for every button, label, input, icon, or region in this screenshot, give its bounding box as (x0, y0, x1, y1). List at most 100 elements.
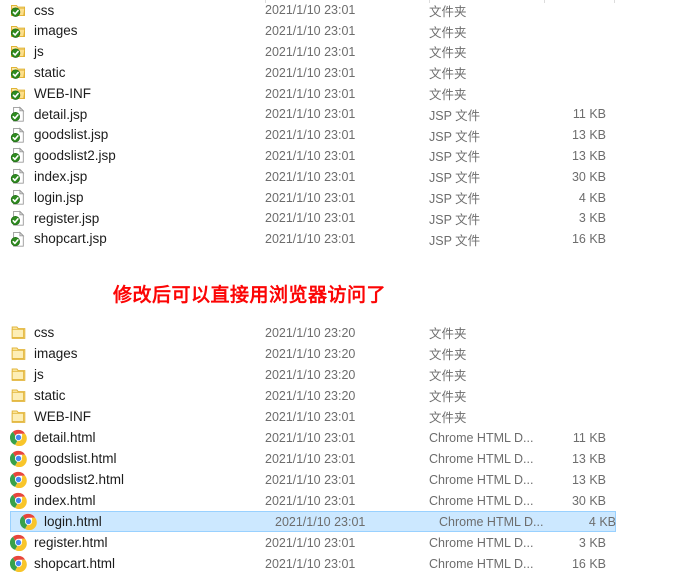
table-row[interactable]: WEB-INF 2021/1/10 23:01 文件夹 (0, 83, 681, 104)
cell-file-name: register.html (10, 534, 265, 551)
table-row[interactable]: detail.html 2021/1/10 23:01 Chrome HTML D.… (0, 427, 681, 448)
cell-file-size: 13 KB (571, 148, 606, 163)
cell-file-type: 文件夹 (429, 25, 467, 40)
cell-file-name: static (10, 387, 265, 404)
cell-file-name: detail.html (10, 429, 265, 446)
folder-synced-icon (10, 64, 27, 81)
cell-file-type: JSP 文件 (429, 192, 481, 207)
cell-file-size: 13 KB (571, 472, 606, 487)
document-synced-icon (10, 230, 27, 248)
cell-file-name: goodslist.html (10, 450, 265, 467)
cell-file-name: images (10, 23, 265, 40)
chrome-icon (10, 429, 27, 446)
cell-date-modified: 2021/1/10 23:01 (265, 107, 356, 122)
cell-file-type: 文件夹 (429, 327, 467, 341)
cell-date-modified: 2021/1/10 23:01 (265, 535, 356, 550)
cell-file-type: JSP 文件 (429, 150, 481, 165)
cell-file-name: WEB-INF (10, 408, 265, 425)
cell-file-type: 文件夹 (429, 348, 467, 362)
table-row[interactable]: shopcart.jsp 2021/1/10 23:01 JSP 文件 16 KB (0, 229, 681, 250)
table-row[interactable]: detail.jsp 2021/1/10 23:01 JSP 文件 11 KB (0, 104, 681, 125)
cell-file-size: 30 KB (571, 493, 606, 508)
table-row[interactable]: js 2021/1/10 23:01 文件夹 (0, 42, 681, 63)
cell-file-type: Chrome HTML D... (429, 472, 534, 487)
chrome-icon (10, 534, 27, 551)
file-list-after[interactable]: css 2021/1/10 23:20 文件夹 images 2021/1/10 23… (0, 322, 681, 574)
table-row-selected[interactable]: login.html 2021/1/10 23:01 Chrome HTML D..… (10, 511, 616, 532)
cell-file-name: index.jsp (10, 168, 265, 185)
chrome-icon (10, 450, 27, 467)
table-row[interactable]: images 2021/1/10 23:20 文件夹 (0, 343, 681, 364)
cell-date-modified: 2021/1/10 23:20 (265, 388, 356, 403)
cell-file-type: JSP 文件 (429, 212, 481, 227)
table-row[interactable]: index.html 2021/1/10 23:01 Chrome HTML D..… (0, 490, 681, 511)
table-row[interactable]: css 2021/1/10 23:20 文件夹 (0, 322, 681, 343)
cell-file-name: index.html (10, 492, 265, 509)
file-name-label: WEB-INF (34, 85, 91, 101)
cell-file-name: WEB-INF (10, 85, 265, 102)
chrome-icon (10, 471, 27, 488)
file-name-label: login.jsp (34, 189, 84, 205)
cell-file-name: login.html (11, 513, 275, 530)
cell-file-type: 文件夹 (429, 88, 467, 103)
cell-date-modified: 2021/1/10 23:01 (265, 493, 356, 508)
file-name-label: index.html (34, 492, 96, 508)
cell-file-size: 30 KB (571, 169, 606, 184)
cell-file-type: 文件夹 (429, 67, 467, 82)
cell-date-modified: 2021/1/10 23:01 (265, 169, 356, 184)
cell-file-name: goodslist.jsp (10, 126, 265, 144)
table-row[interactable]: goodslist.html 2021/1/10 23:01 Chrome HTML… (0, 448, 681, 469)
table-row[interactable]: static 2021/1/10 23:20 文件夹 (0, 385, 681, 406)
file-name-label: register.jsp (34, 210, 100, 226)
file-name-label: detail.html (34, 429, 96, 445)
cell-file-size: 16 KB (571, 556, 606, 571)
table-row[interactable]: login.jsp 2021/1/10 23:01 JSP 文件 4 KB (0, 187, 681, 208)
cell-file-size: 13 KB (571, 451, 606, 466)
cell-file-type: Chrome HTML D... (429, 430, 534, 445)
cell-date-modified: 2021/1/10 23:01 (265, 3, 356, 18)
document-synced-icon (10, 106, 27, 123)
table-row[interactable]: index.jsp 2021/1/10 23:01 JSP 文件 30 KB (0, 166, 681, 187)
cell-file-name: images (10, 345, 265, 362)
file-name-label: goodslist.jsp (34, 127, 109, 143)
cell-file-name: js (10, 366, 265, 383)
table-row[interactable]: goodslist.jsp 2021/1/10 23:01 JSP 文件 13 KB (0, 125, 681, 146)
cell-file-type: Chrome HTML D... (429, 556, 534, 571)
file-name-label: register.html (34, 534, 108, 550)
cell-file-size: 4 KB (578, 190, 606, 205)
cell-date-modified: 2021/1/10 23:01 (265, 409, 356, 424)
cell-date-modified: 2021/1/10 23:01 (265, 211, 356, 226)
cell-date-modified: 2021/1/10 23:01 (265, 24, 356, 39)
chrome-icon (20, 513, 37, 530)
file-name-label: WEB-INF (34, 408, 91, 424)
cell-date-modified: 2021/1/10 23:01 (265, 65, 356, 80)
table-row[interactable]: register.jsp 2021/1/10 23:01 JSP 文件 3 KB (0, 208, 681, 229)
file-list-before[interactable]: css 2021/1/10 23:01 文件夹 images 2021/1/10 23… (0, 0, 681, 250)
cell-file-type: 文件夹 (429, 4, 467, 19)
file-name-label: goodslist2.html (34, 471, 125, 487)
cell-date-modified: 2021/1/10 23:01 (275, 514, 366, 529)
folder-icon (10, 324, 27, 341)
cell-file-size: 13 KB (571, 128, 606, 143)
table-row[interactable]: static 2021/1/10 23:01 文件夹 (0, 62, 681, 83)
annotation-text: 修改后可以直接用浏览器访问了 (113, 284, 387, 306)
cell-file-name: shopcart.jsp (10, 230, 265, 248)
chrome-icon (10, 555, 27, 572)
cell-date-modified: 2021/1/10 23:01 (265, 430, 356, 445)
table-row[interactable]: WEB-INF 2021/1/10 23:01 文件夹 (0, 406, 681, 427)
file-name-label: static (34, 65, 66, 81)
table-row[interactable]: shopcart.html 2021/1/10 23:01 Chrome HTML … (0, 553, 681, 574)
table-row[interactable]: goodslist2.jsp 2021/1/10 23:01 JSP 文件 13 KB (0, 146, 681, 167)
file-name-label: js (34, 366, 44, 382)
file-name-label: index.jsp (34, 169, 88, 185)
table-row[interactable]: js 2021/1/10 23:20 文件夹 (0, 364, 681, 385)
cell-file-type: 文件夹 (429, 369, 467, 383)
file-name-label: shopcart.html (34, 555, 116, 571)
cell-file-type: JSP 文件 (429, 233, 481, 248)
table-row[interactable]: register.html 2021/1/10 23:01 Chrome HTML … (0, 532, 681, 553)
folder-synced-icon (10, 85, 27, 102)
table-row[interactable]: css 2021/1/10 23:01 文件夹 (0, 0, 681, 21)
table-row[interactable]: goodslist2.html 2021/1/10 23:01 Chrome HTM… (0, 469, 681, 490)
table-row[interactable]: images 2021/1/10 23:01 文件夹 (0, 21, 681, 42)
file-name-label: images (34, 345, 78, 361)
